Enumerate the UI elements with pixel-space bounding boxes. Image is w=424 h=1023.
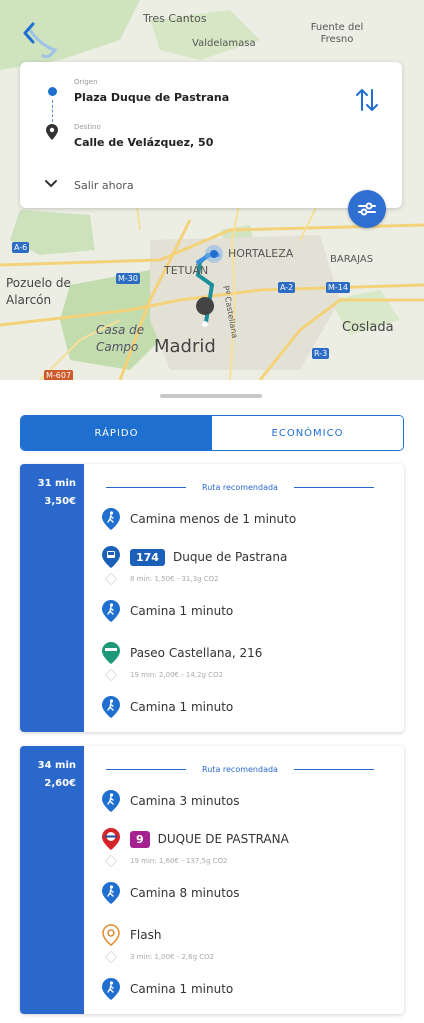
back-arrow-icon	[23, 22, 35, 44]
step-detail: 8 min: 1,50€ - 31,3g CO2	[100, 572, 394, 586]
route-heading: Ruta recomendada	[106, 762, 374, 776]
road-shield-a2: A-2	[278, 282, 296, 293]
road-shield-m607: M-607	[44, 370, 74, 380]
destination-label: Destino	[74, 123, 101, 131]
swap-button[interactable]	[354, 86, 380, 118]
filter-button[interactable]	[348, 190, 386, 228]
walk-pin-icon	[100, 790, 122, 812]
scooter-pin-icon	[100, 924, 122, 946]
route-type-tabs: RÁPIDO ECONÓMICO	[20, 415, 404, 451]
sliders-icon	[358, 202, 376, 216]
step-metro: 9 DUQUE DE PASTRANA	[100, 828, 394, 850]
road-shield-r3: R-3	[312, 348, 330, 359]
step-detail-text: 19 min: 2,00€ - 14,2g CO2	[130, 671, 224, 679]
ticket-icon	[100, 668, 122, 682]
route-price: 3,50€	[44, 496, 76, 507]
map-label-valdelamasa: Valdelamasa	[192, 38, 256, 49]
step-walk: Camina 1 minuto	[100, 600, 394, 622]
route-heading: Ruta recomendada	[106, 480, 374, 494]
depart-time-selector[interactable]: Salir ahora	[74, 179, 134, 192]
step-detail: 3 min: 1,00€ - 2,6g CO2	[100, 950, 394, 964]
route-summary-panel: 34 min 2,60€	[20, 746, 84, 1014]
route-price: 2,60€	[44, 778, 76, 789]
map-label-madrid: Madrid	[154, 336, 216, 357]
origin-field[interactable]: Plaza Duque de Pastrana	[74, 91, 229, 104]
road-shield-a6: A-6	[12, 242, 30, 253]
walk-pin-icon	[100, 600, 122, 622]
step-text: Camina 1 minuto	[130, 982, 234, 996]
sheet-drag-handle[interactable]	[160, 394, 262, 398]
ticket-icon	[100, 572, 122, 586]
step-text: Camina 8 minutos	[130, 886, 240, 900]
map-label-pozuelo: Pozuelo de Alarcón	[6, 276, 71, 307]
step-text: Flash	[130, 928, 162, 942]
tab-economico[interactable]: ECONÓMICO	[212, 416, 403, 450]
step-detail: 19 min: 2,00€ - 14,2g CO2	[100, 668, 394, 682]
map-label-barajas: BARAJAS	[330, 254, 374, 265]
step-text: Duque de Pastrana	[172, 550, 288, 564]
step-walk: Camina 1 minuto	[100, 978, 394, 1000]
bike-station-pin-icon	[100, 642, 122, 664]
route-duration: 31 min	[37, 478, 76, 489]
step-walk: Camina menos de 1 minuto	[100, 508, 394, 530]
destination-field[interactable]: Calle de Velázquez, 50	[74, 136, 213, 149]
walk-pin-icon	[100, 978, 122, 1000]
ticket-icon	[100, 950, 122, 964]
recommended-label: Ruta recomendada	[202, 482, 278, 492]
walk-pin-icon	[100, 696, 122, 718]
route-summary-panel: 31 min 3,50€	[20, 464, 84, 732]
map-label-coslada: Coslada	[342, 320, 394, 335]
screen: Tres Cantos Valdelamasa Fuente del Fresn…	[0, 0, 424, 1023]
route-duration: 34 min	[37, 760, 76, 771]
step-walk: Camina 1 minuto	[100, 696, 394, 718]
origin-label: Origen	[74, 78, 98, 86]
step-detail-text: 8 min: 1,50€ - 31,3g CO2	[130, 575, 219, 583]
map-label-casa-de-campo: Casa de Campo	[96, 323, 145, 354]
step-walk: Camina 8 minutos	[100, 882, 394, 904]
walk-pin-icon	[100, 508, 122, 530]
step-text: Camina 3 minutos	[130, 794, 240, 808]
step-detail-text: 19 min: 1,60€ - 137,5g CO2	[130, 857, 228, 865]
route-result-card[interactable]: 34 min 2,60€ Ruta recomendada Camina 3 m…	[20, 746, 404, 1014]
swap-arrows-icon	[356, 89, 378, 111]
recommended-label: Ruta recomendada	[202, 764, 278, 774]
step-text: Camina 1 minuto	[130, 604, 234, 618]
walk-pin-icon	[100, 882, 122, 904]
step-bus: 174 Duque de Pastrana	[100, 546, 394, 568]
step-bike: Paseo Castellana, 216	[100, 642, 394, 664]
map-label-hortaleza: HORTALEZA	[228, 247, 294, 260]
map-label-tetuan: TETUÁN	[164, 264, 209, 277]
step-text: Camina 1 minuto	[130, 700, 234, 714]
route-connector	[52, 100, 53, 122]
road-shield-m14: M-14	[326, 282, 350, 293]
route-result-card[interactable]: 31 min 3,50€ Ruta recomendada Camina men…	[20, 464, 404, 732]
route-form-card: Origen Plaza Duque de Pastrana Destino C…	[20, 62, 402, 208]
map-label-tres-cantos: Tres Cantos	[143, 12, 207, 25]
chevron-down-icon[interactable]	[44, 179, 58, 189]
step-text: Paseo Castellana, 216	[130, 646, 263, 660]
back-button[interactable]	[22, 22, 46, 48]
step-scooter: Flash	[100, 924, 394, 946]
road-shield-m30: M-30	[116, 273, 140, 284]
origin-dot-icon	[48, 87, 57, 96]
step-walk: Camina 3 minutos	[100, 790, 394, 812]
tab-rapido[interactable]: RÁPIDO	[21, 416, 212, 450]
metro-line-badge: 9	[130, 830, 150, 848]
bus-pin-icon	[100, 546, 122, 568]
map-label-fuente-del-fresno: Fuente del Fresno	[310, 22, 364, 45]
destination-pin-icon	[46, 124, 58, 140]
bus-line-badge: 174	[130, 548, 165, 566]
step-text: DUQUE DE PASTRANA	[157, 832, 289, 846]
step-detail-text: 3 min: 1,00€ - 2,6g CO2	[130, 953, 215, 961]
step-detail: 19 min: 1,60€ - 137,5g CO2	[100, 854, 394, 868]
ticket-icon	[100, 854, 122, 868]
metro-pin-icon	[100, 828, 122, 850]
step-text: Camina menos de 1 minuto	[130, 512, 297, 526]
